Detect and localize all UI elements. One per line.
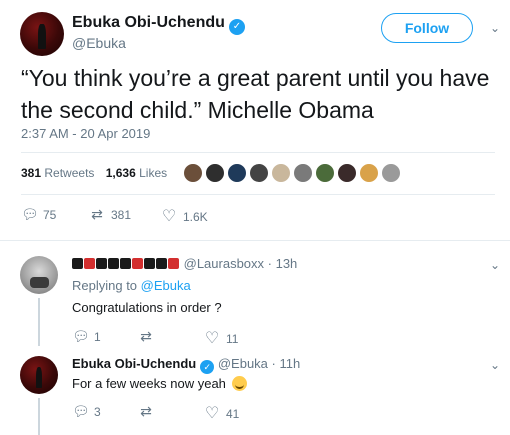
reply-text-content: For a few weeks now yeah	[72, 376, 226, 391]
divider	[21, 152, 495, 153]
likes-label: Likes	[139, 166, 168, 180]
reply-button[interactable]: 💬︎ 1	[72, 328, 101, 345]
heart-icon: ♡	[161, 208, 177, 225]
liker-avatar[interactable]	[314, 162, 336, 184]
likes-count: 1,636	[105, 166, 136, 180]
liker-avatar[interactable]	[358, 162, 380, 184]
chevron-down-icon[interactable]: ⌄	[489, 359, 501, 371]
reply-text: Congratulations in order ?	[72, 300, 222, 315]
retweets-count: 381	[21, 166, 42, 180]
like-count: 1.6K	[183, 210, 208, 224]
retweets-label: Retweets	[44, 166, 95, 180]
liker-avatar[interactable]	[336, 162, 358, 184]
reply-icon: 💬︎	[72, 328, 90, 344]
replying-to-prefix: Replying to	[72, 278, 138, 293]
retweet-icon: ⇄	[140, 403, 152, 419]
liker-avatar[interactable]	[182, 162, 204, 184]
heart-icon: ♡	[204, 330, 220, 347]
reply-icon: 💬︎	[21, 206, 39, 222]
chevron-down-icon[interactable]: ⌄	[489, 259, 501, 271]
tweet-stats: 381 Retweets 1,636 Likes	[21, 166, 167, 180]
retweet-icon: ⇄	[140, 328, 152, 344]
heart-icon: ♡	[204, 405, 220, 422]
reply-author-name[interactable]: Ebuka Obi-Uchendu	[72, 356, 196, 371]
likes-stat[interactable]: 1,636 Likes	[106, 166, 167, 180]
retweets-stat[interactable]: 381 Retweets	[21, 166, 94, 180]
liker-avatar[interactable]	[292, 162, 314, 184]
like-count: 41	[226, 407, 240, 421]
retweet-icon: ⇄	[91, 206, 103, 222]
like-count: 11	[226, 332, 239, 346]
like-button[interactable]: ♡ 41	[204, 403, 240, 423]
reply-author-name[interactable]	[72, 257, 180, 270]
liker-avatar[interactable]	[270, 162, 292, 184]
verified-badge-icon: ✓	[200, 360, 215, 374]
like-button[interactable]: ♡ 1.6K	[161, 206, 208, 226]
thread-line	[38, 298, 40, 346]
author-name-text: Ebuka Obi-Uchendu	[72, 14, 225, 31]
reply-count: 1	[94, 330, 101, 344]
replying-to-link[interactable]: @Ebuka	[141, 278, 191, 293]
verified-badge-icon: ✓	[228, 19, 245, 35]
retweet-button[interactable]: ⇄ 381	[89, 206, 131, 223]
follow-button[interactable]: Follow	[381, 13, 473, 43]
retweet-button[interactable]: ⇄	[138, 403, 160, 420]
reply-author-handle[interactable]: @Laurasboxx	[184, 256, 264, 271]
like-button[interactable]: ♡ 11	[204, 328, 239, 348]
divider	[0, 240, 510, 241]
chevron-down-icon[interactable]: ⌄	[489, 22, 501, 34]
reply-author-handle[interactable]: @Ebuka	[218, 356, 268, 371]
tweet-text: “You think you’re a great parent until y…	[21, 65, 490, 123]
liker-avatar[interactable]	[248, 162, 270, 184]
retweet-button[interactable]: ⇄	[138, 328, 160, 345]
smiling-face-icon	[231, 376, 247, 391]
author-name[interactable]: Ebuka Obi-Uchendu ✓	[72, 14, 245, 35]
retweet-count: 381	[111, 208, 132, 222]
thread-line	[38, 398, 40, 435]
reply-avatar[interactable]	[20, 256, 58, 294]
liker-avatar[interactable]	[380, 162, 402, 184]
reply-header: Ebuka Obi-Uchendu ✓ @Ebuka · 11h	[72, 356, 300, 374]
reply-count: 75	[43, 208, 57, 222]
reply-time[interactable]: · 11h	[272, 356, 301, 371]
author-handle[interactable]: @Ebuka	[72, 35, 126, 51]
replying-to: Replying to @Ebuka	[72, 278, 191, 293]
tweet-timestamp[interactable]: 2:37 AM - 20 Apr 2019	[21, 126, 150, 141]
reply-text: For a few weeks now yeah	[72, 376, 247, 391]
author-avatar[interactable]	[20, 12, 64, 56]
reply-icon: 💬︎	[72, 403, 90, 419]
reply-header: @Laurasboxx · 13h	[72, 256, 297, 271]
liker-avatar[interactable]	[204, 162, 226, 184]
divider	[21, 194, 495, 195]
reply-button[interactable]: 💬︎ 75	[21, 206, 56, 223]
liker-avatar[interactable]	[226, 162, 248, 184]
reply-avatar[interactable]	[20, 356, 58, 394]
reply-time[interactable]: · 13h	[268, 256, 298, 271]
reply-count: 3	[94, 405, 101, 419]
reply-button[interactable]: 💬︎ 3	[72, 403, 101, 420]
